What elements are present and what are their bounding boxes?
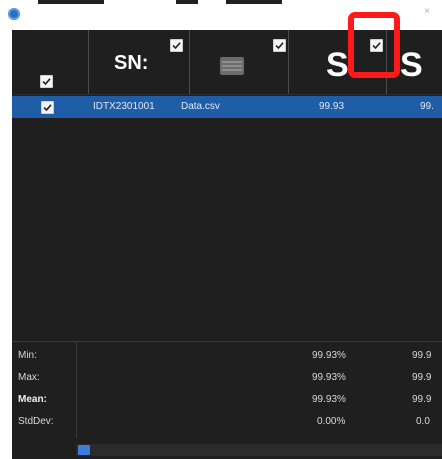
stat-label-stddev: StdDev: [18, 416, 54, 427]
close-icon[interactable]: × [422, 7, 432, 17]
stat-min-value-2: 99.9 [412, 350, 432, 361]
title-shadow [38, 0, 104, 4]
stats-divider [76, 342, 77, 438]
app-icon [8, 8, 20, 20]
row-value-2: 99. [420, 101, 434, 112]
table-row[interactable]: IDTX2301001 Data.csv 99.93 99. [12, 96, 442, 118]
header-sn-cell[interactable]: SN: [88, 30, 190, 94]
stat-stddev-value-2: 0.0 [416, 416, 430, 427]
check-icon [43, 104, 52, 112]
header-col3-label: S [326, 46, 349, 84]
stat-stddev-value: 0.00% [317, 416, 346, 427]
check-icon [172, 42, 181, 50]
row-value: 99.93 [319, 101, 345, 112]
check-icon [42, 78, 51, 86]
list-icon [220, 57, 244, 75]
stat-mean-value-2: 99.9 [412, 394, 432, 405]
title-shadow [176, 0, 198, 4]
stat-max-value-2: 99.9 [412, 372, 432, 383]
stat-label-mean: Mean: [18, 394, 47, 405]
header-select-all-cell [12, 30, 89, 94]
file-column-checkbox[interactable] [273, 39, 286, 52]
row-serial: IDTX2301001 [93, 101, 155, 112]
stat-label-max: Max: [18, 372, 40, 383]
scrollbar-thumb[interactable] [78, 445, 90, 455]
stat-mean-value: 99.93% [312, 394, 346, 405]
row-checkbox[interactable] [41, 101, 54, 114]
stat-max-value: 99.93% [312, 372, 346, 383]
stat-label-min: Min: [18, 350, 37, 361]
select-all-checkbox[interactable] [40, 75, 53, 88]
highlight-box [348, 12, 400, 78]
horizontal-scrollbar[interactable] [76, 444, 442, 456]
header-col4-label: S [400, 46, 423, 84]
check-icon [275, 42, 284, 50]
row-file: Data.csv [181, 101, 220, 112]
header-file-cell[interactable] [189, 30, 289, 94]
stats-panel: Min: Max: Mean: StdDev: 99.93% 99.93% 99… [12, 341, 442, 459]
stat-min-value: 99.93% [312, 350, 346, 361]
title-shadow [226, 0, 282, 4]
data-grid: SN: S S IDTX2301001 Data.csv 99.93 99. M… [12, 30, 442, 459]
header-sn-label: SN: [114, 52, 149, 74]
sn-column-checkbox[interactable] [170, 39, 183, 52]
